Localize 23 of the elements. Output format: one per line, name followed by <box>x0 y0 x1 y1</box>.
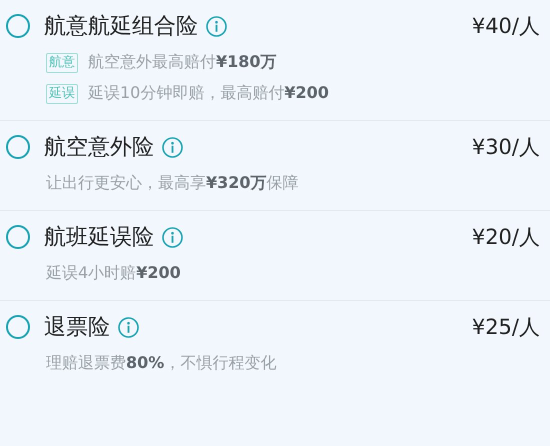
radio-button[interactable] <box>6 14 30 38</box>
info-icon[interactable] <box>206 16 227 36</box>
plan-price: ¥40/人 <box>472 13 540 40</box>
radio-button[interactable] <box>6 225 30 249</box>
plan-title: 航意航延组合险 <box>44 13 198 41</box>
info-icon[interactable] <box>162 136 183 158</box>
coverage-tag: 延误 <box>46 84 78 104</box>
plan-description: 航空意外最高赔付¥180万 <box>88 52 277 73</box>
coverage-tag: 航意 <box>46 52 78 72</box>
plan-description: 延误10分钟即赔，最高赔付¥200 <box>88 83 329 104</box>
radio-button[interactable] <box>6 135 30 159</box>
plan-description: 延误4小时赔¥200 <box>46 263 181 284</box>
plan-title: 退票险 <box>44 314 110 342</box>
info-icon[interactable] <box>162 226 183 248</box>
info-icon[interactable] <box>118 316 139 338</box>
plan-description: 理赔退票费80%，不惧行程变化 <box>46 353 276 374</box>
radio-button[interactable] <box>6 315 30 339</box>
plan-price: ¥20/人 <box>472 224 540 251</box>
plan-price: ¥30/人 <box>472 134 540 161</box>
plan-price: ¥25/人 <box>472 314 540 341</box>
plan-description: 让出行更安心，最高享¥320万保障 <box>46 173 299 194</box>
plan-title: 航班延误险 <box>44 224 154 252</box>
plan-title: 航空意外险 <box>44 134 154 162</box>
